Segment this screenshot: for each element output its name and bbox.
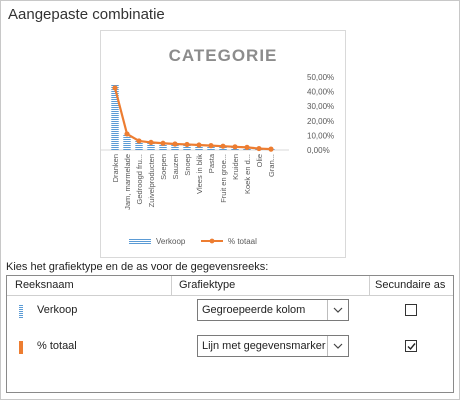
series-row-verkoop: Verkoop Gegroepeerde kolom bbox=[7, 297, 453, 325]
line-point bbox=[136, 138, 142, 144]
category-tick-label: Vlees in blik bbox=[195, 154, 204, 194]
secondary-axis-tick-label: 50,00% bbox=[307, 73, 334, 82]
category-tick-label: Dranken bbox=[111, 154, 120, 182]
dialog-title: Aangepaste combinatie bbox=[8, 6, 165, 23]
legend-bar-swatch bbox=[129, 238, 151, 244]
header-divider bbox=[369, 276, 370, 295]
series-table: Reeksnaam Grafiektype Secundaire as Verk… bbox=[6, 275, 454, 393]
line-point bbox=[268, 146, 274, 152]
chevron-down-icon bbox=[333, 307, 343, 313]
header-separator bbox=[7, 295, 453, 296]
category-tick-label: Pasta bbox=[207, 153, 216, 173]
secondary-axis-tick-label: 20,00% bbox=[307, 117, 334, 126]
header-secondary-axis: Secundaire as bbox=[375, 279, 446, 291]
line-point bbox=[148, 139, 154, 146]
secondary-axis-tick-label: 10,00% bbox=[307, 131, 334, 140]
line-point bbox=[160, 140, 166, 146]
chevron-down-icon bbox=[333, 343, 343, 349]
series-name: Verkoop bbox=[37, 304, 78, 316]
combo-chart: CATEGORIE€ 0€ 5.000€ 10.000€ 15.000€ 20.… bbox=[101, 46, 334, 246]
dropdown-button[interactable] bbox=[327, 336, 348, 356]
line-point bbox=[256, 145, 262, 152]
line-point bbox=[196, 142, 202, 148]
chart-preview: CATEGORIE€ 0€ 5.000€ 10.000€ 15.000€ 20.… bbox=[100, 30, 346, 258]
clustered-bar-icon bbox=[19, 305, 23, 318]
category-tick-label: Olie bbox=[255, 154, 264, 167]
category-tick-label: Fruit en groe... bbox=[219, 154, 228, 203]
category-tick-label: Snoep bbox=[183, 154, 192, 176]
line-point bbox=[232, 144, 238, 150]
line-point bbox=[124, 131, 130, 137]
legend-label: % totaal bbox=[228, 237, 257, 246]
line-point bbox=[112, 85, 118, 91]
line-point bbox=[172, 141, 178, 147]
header-divider bbox=[171, 276, 172, 295]
secondary-axis-tick-label: 40,00% bbox=[307, 88, 334, 97]
header-chart-type: Grafiektype bbox=[179, 279, 236, 291]
secondary-axis-tick-label: 0,00% bbox=[307, 146, 330, 155]
category-tick-label: Sauzen bbox=[171, 154, 180, 179]
series-name: % totaal bbox=[37, 340, 77, 352]
secondary-axis-tick-label: 30,00% bbox=[307, 102, 334, 111]
category-tick-label: Zuivelproducten bbox=[147, 154, 156, 207]
line-marker-icon bbox=[19, 341, 23, 354]
category-tick-label: Soepen bbox=[159, 154, 168, 180]
category-tick-label: Koek en d... bbox=[243, 154, 252, 194]
series-row-percent-total: % totaal Lijn met gegevensmarkering bbox=[7, 333, 453, 361]
category-tick-label: Gran... bbox=[267, 154, 276, 177]
category-tick-label: Jam, marmelade bbox=[123, 154, 132, 210]
line-point bbox=[184, 141, 190, 148]
line-point bbox=[220, 143, 226, 149]
chart-type-dropdown-verkoop[interactable]: Gegroepeerde kolom bbox=[197, 299, 349, 321]
chart-type-value: Gegroepeerde kolom bbox=[202, 304, 306, 316]
checkmark-icon bbox=[407, 343, 416, 351]
instruction-text: Kies het grafiektype en de as voor de ge… bbox=[6, 261, 269, 273]
chart-title: CATEGORIE bbox=[169, 46, 278, 65]
secondary-axis-checkbox-percent-total[interactable] bbox=[405, 340, 417, 352]
dropdown-button[interactable] bbox=[327, 300, 348, 320]
category-tick-label: Kruiden bbox=[231, 154, 240, 180]
legend-label: Verkoop bbox=[156, 237, 186, 246]
legend-marker bbox=[209, 238, 215, 244]
chart-type-dropdown-percent-total[interactable]: Lijn met gegevensmarkering bbox=[197, 335, 349, 357]
secondary-axis-checkbox-verkoop[interactable] bbox=[405, 304, 417, 316]
category-tick-label: Gedroogd fru... bbox=[135, 154, 144, 204]
line-point bbox=[208, 143, 214, 149]
chart-type-value: Lijn met gegevensmarkering bbox=[202, 340, 326, 352]
line-point bbox=[244, 144, 250, 150]
header-series-name: Reeksnaam bbox=[15, 279, 74, 291]
